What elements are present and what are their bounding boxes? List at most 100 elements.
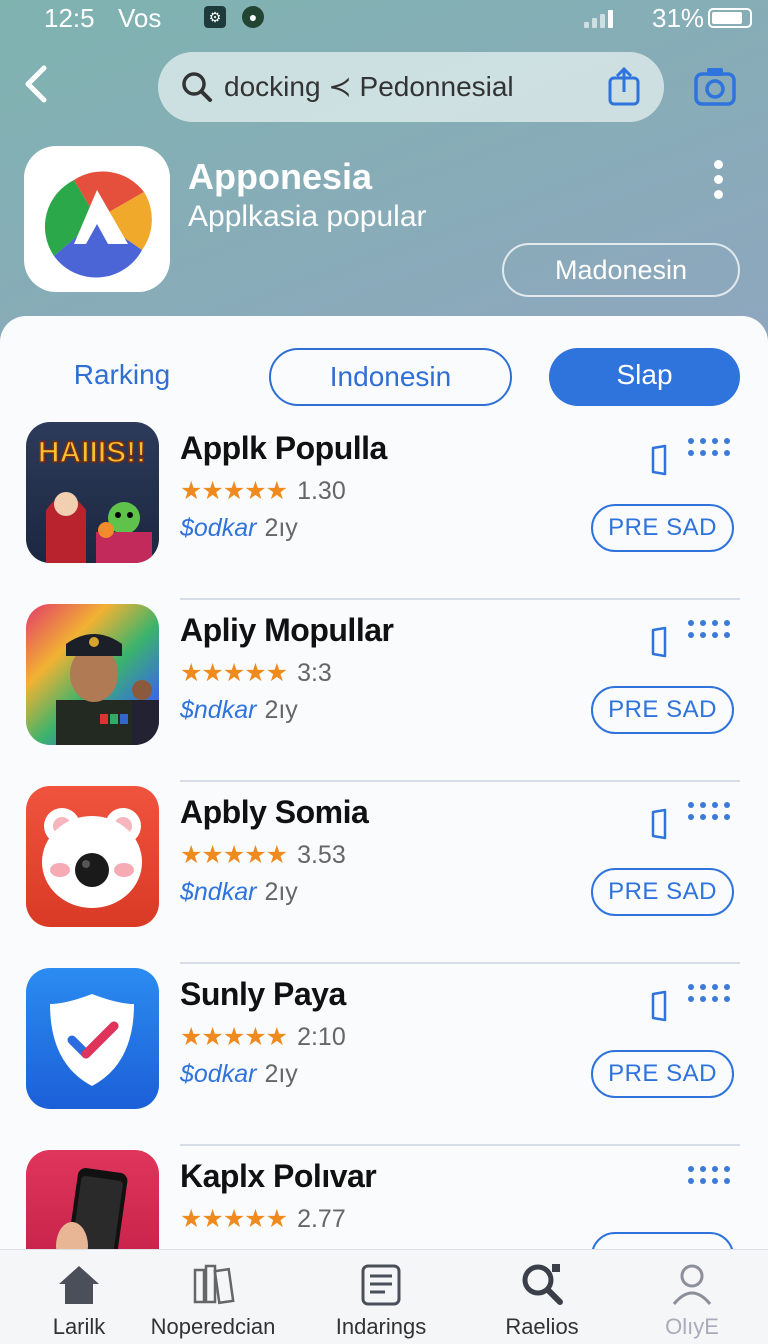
more-options-icon[interactable] [706, 160, 730, 200]
status-carrier: Vos [118, 3, 162, 33]
list-item[interactable]: Apbly Somia ★★★★★ 3.53 $ndkar 2ıy PRE SAD [0, 784, 768, 966]
star-rating-icon: ★★★★★ [180, 1023, 288, 1051]
list-item[interactable]: HAIIIS!! Applk Populla ★★★★★ 1.30 $odkar… [0, 420, 768, 602]
library-icon [193, 1264, 235, 1305]
back-button[interactable] [22, 62, 62, 110]
bookmark-icon[interactable] [650, 444, 668, 476]
bottom-nav: Larilk Noperedcian Indarings Raelios Olı… [0, 1249, 768, 1344]
region-button[interactable]: Madonesin [502, 243, 740, 297]
get-button[interactable]: PRE SAD [591, 504, 734, 552]
tab-bar: Rarking Indonesin Slap [0, 348, 768, 408]
app-size: 2ıy [264, 696, 298, 724]
app-icon: HAIIIS!! [26, 422, 159, 563]
star-rating-icon: ★★★★★ [180, 659, 288, 687]
nav-item-search[interactable]: Raelios [467, 1250, 617, 1344]
star-rating-icon: ★★★★★ [180, 841, 288, 869]
app-price: $odkar [180, 1060, 257, 1088]
search-input[interactable]: docking ≺ Pedonnesial [224, 70, 514, 103]
rating-value: 3:3 [297, 658, 332, 687]
profile-icon [672, 1264, 712, 1305]
home-icon [59, 1266, 99, 1304]
notification-icon: ⚙ [204, 6, 226, 28]
app-rating: ★★★★★ 3:3 [180, 658, 332, 688]
star-rating-icon: ★★★★★ [180, 477, 288, 505]
get-button[interactable]: PRE SAD [591, 868, 734, 916]
grid-dots-icon[interactable] [688, 620, 732, 642]
bookmark-icon[interactable] [650, 808, 668, 840]
tab-slap[interactable]: Slap [549, 348, 740, 406]
app-title: Apponesia [188, 156, 373, 197]
app-name: Applk Populla [180, 430, 387, 466]
nav-label: Raelios [505, 1314, 579, 1339]
nav-label: OlıyE [665, 1314, 719, 1339]
nav-item-profile[interactable]: OlıyE [617, 1250, 767, 1344]
status-time: 12:5 [44, 3, 95, 33]
grid-dots-icon[interactable] [688, 802, 732, 824]
app-rating: ★★★★★ 3.53 [180, 840, 346, 870]
app-meta: $ndkar 2ıy [180, 878, 298, 907]
app-icon [26, 968, 159, 1109]
get-button[interactable]: PRE SAD [591, 1050, 734, 1098]
app-list-sheet: Rarking Indonesin Slap HAIIIS!! Applk Po… [0, 316, 768, 1344]
app-meta: $ndkar 2ıy [180, 696, 298, 725]
share-icon[interactable] [606, 66, 642, 106]
nav-item-home[interactable]: Larilk [4, 1250, 154, 1344]
nav-label: Larilk [52, 1314, 106, 1339]
app-rating: ★★★★★ 1.30 [180, 476, 346, 506]
star-rating-icon: ★★★★★ [180, 1205, 288, 1233]
app-rating: ★★★★★ 2:10 [180, 1022, 346, 1052]
bookmark-icon[interactable] [650, 990, 668, 1022]
nav-label: Noperedcian [150, 1314, 276, 1339]
app-price: $ndkar [180, 878, 257, 906]
search-icon [182, 72, 212, 102]
battery-percent: 31% [652, 3, 705, 33]
nav-label: Indarings [335, 1314, 427, 1339]
divider [180, 1144, 740, 1146]
app-logo [24, 146, 170, 292]
divider [180, 598, 740, 600]
signal-icon [584, 8, 613, 28]
grid-dots-icon[interactable] [688, 1166, 732, 1188]
app-meta: $odkar 2ıy [180, 1060, 298, 1089]
document-icon [361, 1264, 401, 1306]
app-name: Apliy Mopullar [180, 612, 394, 648]
nav-item-library[interactable]: Noperedcian [138, 1250, 288, 1344]
rating-value: 1.30 [297, 476, 346, 505]
svg-text:HAIIIS!!: HAIIIS!! [38, 436, 146, 469]
app-name: Sunly Paya [180, 976, 346, 1012]
search-icon [522, 1264, 563, 1305]
grid-dots-icon[interactable] [688, 984, 732, 1006]
app-icon [26, 604, 159, 745]
app-size: 2ıy [264, 1060, 298, 1088]
app-meta: $odkar 2ıy [180, 514, 298, 543]
app-size: 2ıy [264, 878, 298, 906]
tab-ranking[interactable]: Rarking [48, 348, 196, 406]
app-price: $odkar [180, 514, 257, 542]
rating-value: 2:10 [297, 1022, 346, 1051]
app-rating: ★★★★★ 2.77 [180, 1204, 346, 1234]
app-size: 2ıy [264, 514, 298, 542]
divider [180, 780, 740, 782]
bookmark-icon[interactable] [650, 626, 668, 658]
app-list: HAIIIS!! Applk Populla ★★★★★ 1.30 $odkar… [0, 420, 768, 1330]
notification-dot-icon: ● [242, 6, 264, 28]
grid-dots-icon[interactable] [688, 438, 732, 460]
app-name: Apbly Somia [180, 794, 369, 830]
rating-value: 2.77 [297, 1204, 346, 1233]
battery-icon [708, 8, 752, 28]
app-name: Kaplx Polıvar [180, 1158, 377, 1194]
get-button[interactable]: PRE SAD [591, 686, 734, 734]
app-icon [26, 786, 159, 927]
tab-indonesia[interactable]: Indonesin [269, 348, 512, 406]
rating-value: 3.53 [297, 840, 346, 869]
status-bar: 12:5 Vos ⚙ ● 31% [0, 0, 768, 36]
app-price: $ndkar [180, 696, 257, 724]
list-item[interactable]: Apliy Mopullar ★★★★★ 3:3 $ndkar 2ıy PRE S… [0, 602, 768, 784]
nav-item-ratings[interactable]: Indarings [306, 1250, 456, 1344]
divider [180, 962, 740, 964]
app-subtitle: Applkasia popular [188, 200, 427, 233]
chevron-left-icon [25, 65, 47, 103]
camera-icon[interactable] [694, 66, 736, 106]
list-item[interactable]: Sunly Paya ★★★★★ 2:10 $odkar 2ıy PRE SAD [0, 966, 768, 1148]
search-bar[interactable]: docking ≺ Pedonnesial [158, 52, 664, 122]
